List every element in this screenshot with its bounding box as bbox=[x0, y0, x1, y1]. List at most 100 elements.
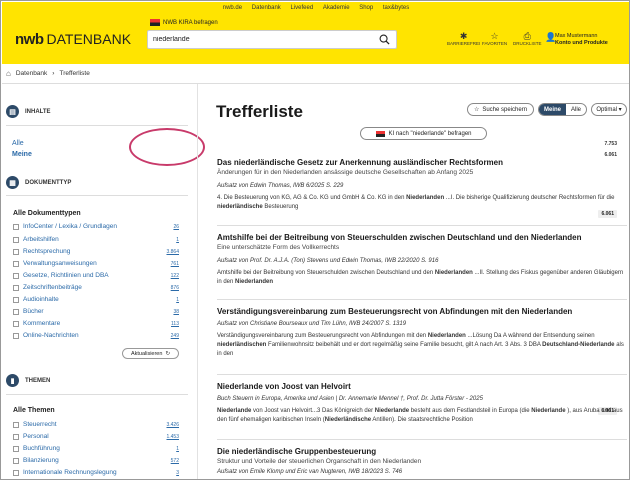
filter-count[interactable]: 572 bbox=[171, 458, 179, 464]
filter-count[interactable]: 3.864 bbox=[166, 249, 179, 255]
filter-doctype-zeitschriften[interactable]: Zeitschriftenbeiträge 876 bbox=[13, 282, 179, 293]
filter-count[interactable]: 122 bbox=[171, 273, 179, 279]
toplink-shop[interactable]: Shop bbox=[359, 5, 373, 11]
checkbox[interactable] bbox=[13, 284, 19, 291]
filter-label: Internationale Rechnungslegung bbox=[23, 469, 117, 476]
result-subtitle: Änderungen für in den Niederlanden ansäs… bbox=[217, 169, 474, 176]
filter-count[interactable]: 1 bbox=[176, 297, 179, 303]
top-links: nwb.de Datenbank Livefeed Akademie Shop … bbox=[2, 5, 629, 11]
result-item: Die niederländische Gruppenbesteuerung S… bbox=[217, 447, 627, 477]
filter-label: Gesetze, Richtlinien und DBA bbox=[23, 272, 109, 279]
result-snippet: Verständigungsvereinbarung zum Besteueru… bbox=[217, 333, 624, 357]
checkbox[interactable] bbox=[13, 421, 19, 428]
filter-doctype-gesetze[interactable]: Gesetze, Richtlinien und DBA 122 bbox=[13, 270, 179, 281]
checkbox[interactable] bbox=[13, 308, 19, 315]
sort-select[interactable]: Optimal ▾ bbox=[591, 103, 627, 116]
kira-link[interactable]: NWB KIRA befragen bbox=[150, 19, 218, 26]
checkbox[interactable] bbox=[13, 236, 19, 243]
result-title[interactable]: Das niederländische Gesetz zur Anerkennu… bbox=[217, 158, 627, 168]
result-title[interactable]: Verständigungsvereinbarung zum Besteueru… bbox=[217, 307, 627, 317]
checkbox[interactable] bbox=[13, 248, 19, 255]
section-dokumenttyp-title: DOKUMENTTYP bbox=[25, 179, 72, 186]
result-subtitle: Struktur und Vorteile der steuerlichen O… bbox=[217, 458, 422, 465]
alle-themen-label[interactable]: Alle Themen bbox=[13, 407, 55, 414]
toplink-nwb[interactable]: nwb.de bbox=[223, 5, 242, 11]
checkbox[interactable] bbox=[13, 457, 19, 464]
inhalte-alle-link[interactable]: Alle bbox=[12, 140, 24, 147]
home-icon[interactable]: ⌂ bbox=[6, 69, 11, 78]
filter-doctype-kommentare[interactable]: Kommentare 113 bbox=[13, 318, 179, 329]
druckliste-button[interactable]: ⎙ DRUCKLISTE bbox=[513, 31, 542, 46]
save-search-button[interactable]: ☆ Suche speichern bbox=[467, 103, 534, 116]
filter-doctype-buecher[interactable]: Bücher 38 bbox=[13, 306, 179, 317]
checkbox[interactable] bbox=[13, 260, 19, 267]
checkbox[interactable] bbox=[13, 445, 19, 452]
filter-count[interactable]: 38 bbox=[173, 309, 179, 315]
toplink-akademie[interactable]: Akademie bbox=[323, 5, 350, 11]
druckliste-icon: ⎙ bbox=[523, 31, 531, 41]
alle-dokumenttypen-label[interactable]: Alle Dokumenttypen bbox=[13, 210, 81, 217]
filter-doctype-infocenter[interactable]: InfoCenter / Lexika / Grundlagen 26 bbox=[13, 221, 179, 232]
section-themen-header[interactable]: ▮ THEMEN bbox=[6, 374, 50, 387]
filter-doctype-onlinenachrichten[interactable]: Online-Nachrichten 249 bbox=[13, 330, 179, 341]
filter-icon: ▦ bbox=[6, 176, 19, 189]
logo[interactable]: nwb DATENBANK bbox=[15, 31, 131, 48]
filter-count[interactable]: 3.426 bbox=[166, 422, 179, 428]
page-title: Trefferliste bbox=[216, 102, 303, 121]
filter-count[interactable]: 3 bbox=[176, 470, 179, 476]
filter-count[interactable]: 113 bbox=[171, 321, 179, 327]
filter-label: Arbeitshilfen bbox=[23, 236, 59, 243]
section-inhalte-header[interactable]: ▤ INHALTE bbox=[6, 105, 51, 118]
divider bbox=[217, 225, 627, 226]
checkbox[interactable] bbox=[13, 332, 19, 339]
filter-count[interactable]: 1 bbox=[176, 446, 179, 452]
filter-doctype-arbeitshilfen[interactable]: Arbeitshilfen 1 bbox=[13, 234, 179, 245]
favoriten-button[interactable]: ☆ FAVORITEN bbox=[482, 31, 507, 46]
result-title[interactable]: Amtshilfe bei der Beitreibung von Steuer… bbox=[217, 233, 627, 243]
user-menu[interactable]: 👤 Max Mustermann Konto und Produkte bbox=[545, 33, 608, 47]
user-icon: 👤 bbox=[545, 32, 557, 42]
filter-thema-bilanzierung[interactable]: Bilanzierung 572 bbox=[13, 455, 179, 466]
search-input[interactable] bbox=[148, 31, 363, 48]
ki-ask-button[interactable]: KI nach "niederlande" befragen bbox=[360, 127, 487, 140]
filter-count[interactable]: 876 bbox=[171, 285, 179, 291]
scope-meine-button[interactable]: Meine bbox=[539, 104, 567, 115]
filter-thema-buchfuehrung[interactable]: Buchführung 1 bbox=[13, 443, 179, 454]
filter-count[interactable]: 26 bbox=[173, 224, 179, 230]
breadcrumb-root[interactable]: Datenbank bbox=[16, 70, 47, 77]
section-dokumenttyp-header[interactable]: ▦ DOKUMENTTYP bbox=[6, 176, 71, 189]
checkbox[interactable] bbox=[13, 223, 19, 230]
filter-thema-steuerrecht[interactable]: Steuerrecht 3.426 bbox=[13, 419, 179, 430]
barrierefrei-button[interactable]: ✱ BARRIEREFREI bbox=[447, 31, 480, 46]
checkbox[interactable] bbox=[13, 320, 19, 327]
search-icon[interactable] bbox=[379, 34, 390, 45]
checkbox[interactable] bbox=[13, 469, 19, 476]
filter-thema-personal[interactable]: Personal 1.453 bbox=[13, 431, 179, 442]
checkbox[interactable] bbox=[13, 433, 19, 440]
toplink-datenbank[interactable]: Datenbank bbox=[252, 5, 281, 11]
checkbox[interactable] bbox=[13, 272, 19, 279]
divider bbox=[6, 394, 188, 395]
filter-doctype-verwaltungsanweisungen[interactable]: Verwaltungsanweisungen 761 bbox=[13, 258, 179, 269]
highlight-annotation bbox=[129, 128, 205, 166]
result-snippet: 4. Die Besteuerung von KG, AG & Co. KG u… bbox=[217, 195, 615, 210]
filter-doctype-rechtsprechung[interactable]: Rechtsprechung 3.864 bbox=[13, 246, 179, 257]
user-account-link: Konto und Produkte bbox=[555, 40, 608, 46]
filter-count[interactable]: 1.453 bbox=[166, 434, 179, 440]
checkbox[interactable] bbox=[13, 296, 19, 303]
update-button[interactable]: Aktualisieren ↻ bbox=[122, 348, 179, 359]
toplink-taxbytes[interactable]: tax&bytes bbox=[383, 5, 409, 11]
filter-doctype-audio[interactable]: Audioinhalte 1 bbox=[13, 294, 179, 305]
result-title[interactable]: Die niederländische Gruppenbesteuerung bbox=[217, 447, 627, 457]
filter-label: InfoCenter / Lexika / Grundlagen bbox=[23, 223, 117, 230]
filter-label: Buchführung bbox=[23, 445, 60, 452]
kira-icon bbox=[375, 130, 385, 137]
scope-alle-button[interactable]: Alle bbox=[566, 104, 586, 115]
filter-count[interactable]: 1 bbox=[176, 237, 179, 243]
result-title[interactable]: Niederlande von Joost van Helvoirt bbox=[217, 382, 627, 392]
toplink-livefeed[interactable]: Livefeed bbox=[290, 5, 313, 11]
inhalte-meine-link[interactable]: Meine bbox=[12, 151, 32, 158]
filter-count[interactable]: 761 bbox=[171, 261, 179, 267]
filter-count[interactable]: 249 bbox=[171, 333, 179, 339]
filter-thema-ifrs[interactable]: Internationale Rechnungslegung 3 bbox=[13, 467, 179, 478]
